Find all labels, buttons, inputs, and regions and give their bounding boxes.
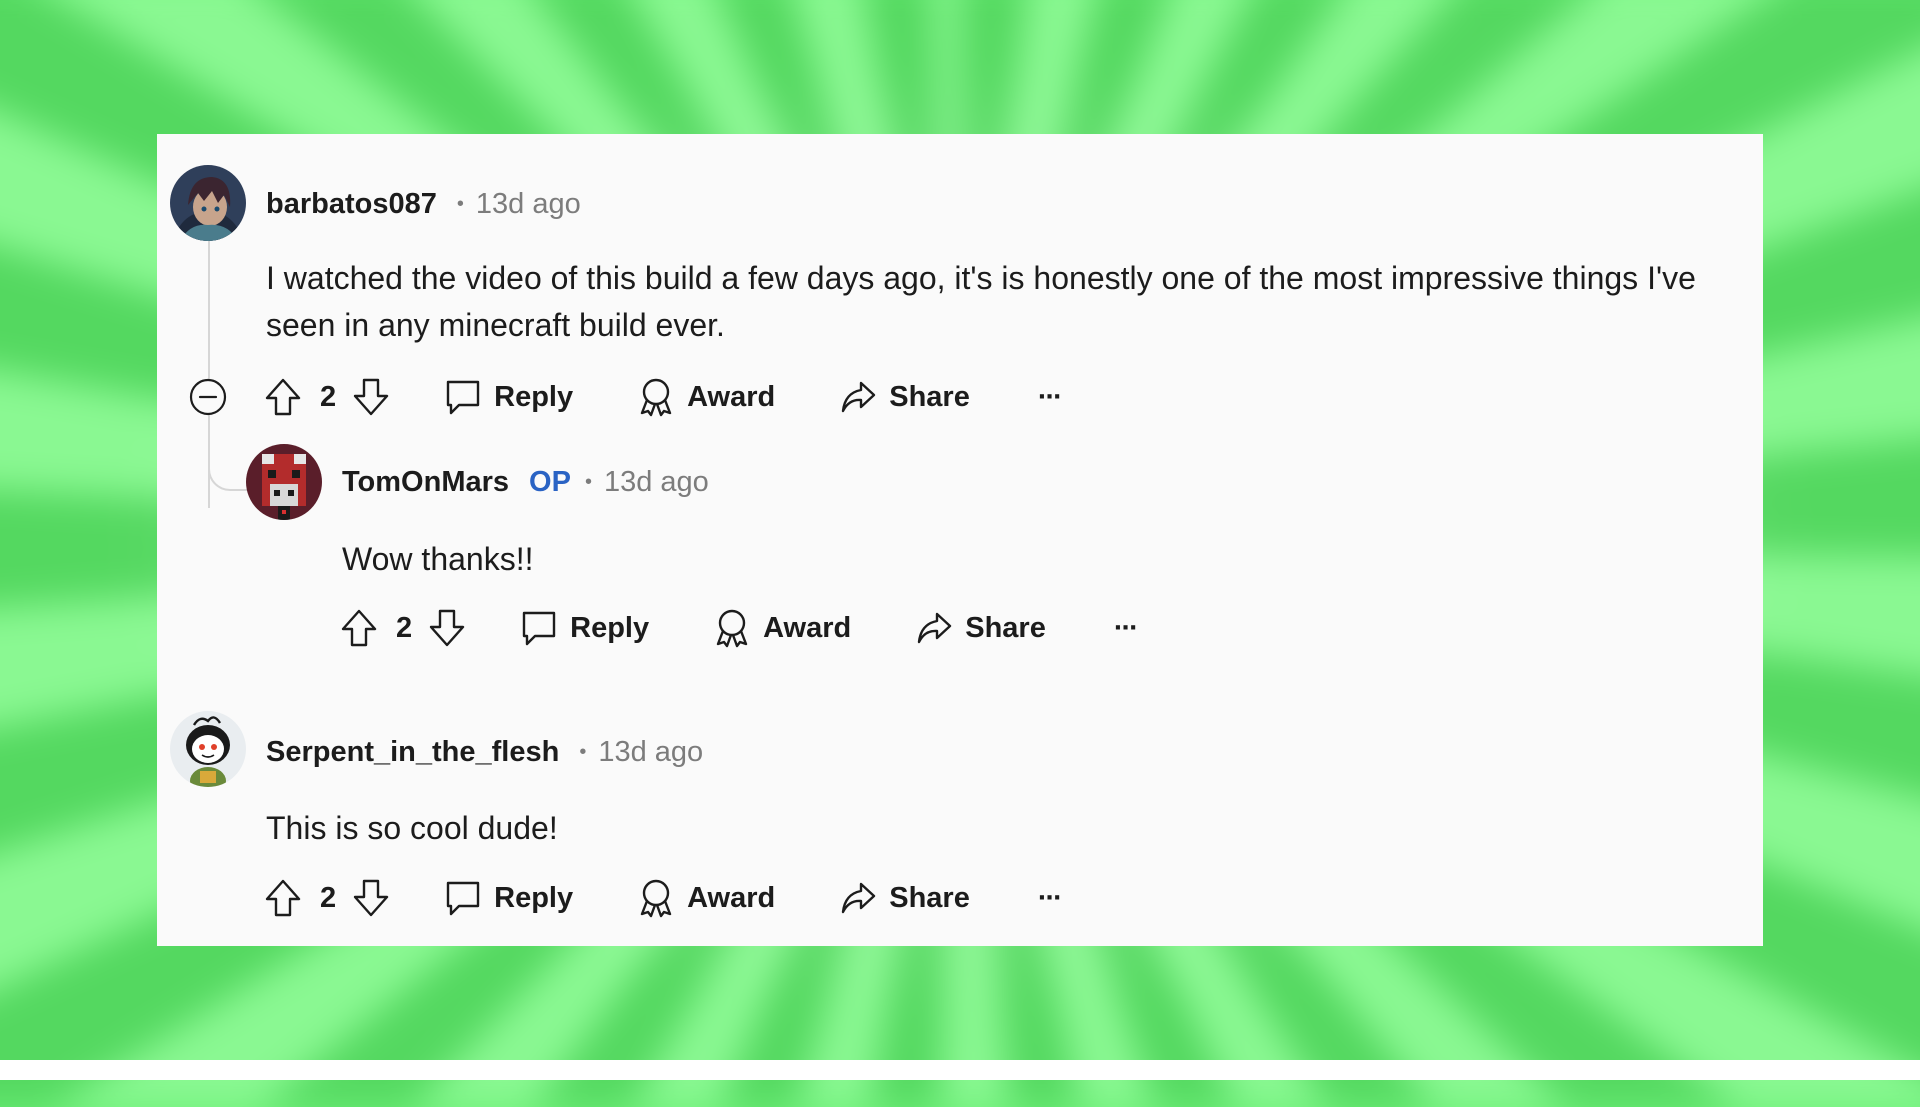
- reply-label: Reply: [570, 611, 650, 644]
- award-ribbon-icon: [640, 879, 672, 918]
- timestamp[interactable]: 13d ago: [598, 734, 703, 770]
- bottom-strip: [0, 1060, 1920, 1080]
- downvote-button[interactable]: [428, 608, 466, 648]
- more-options-button[interactable]: ···: [1113, 611, 1139, 645]
- collapse-minus-icon: [189, 378, 227, 416]
- share-label: Share: [889, 380, 970, 413]
- downvote-button[interactable]: [352, 878, 390, 918]
- award-label: Award: [687, 881, 776, 914]
- upvote-arrow-icon: [341, 609, 377, 647]
- collapse-thread-button[interactable]: [189, 378, 227, 416]
- timestamp[interactable]: 13d ago: [476, 186, 581, 222]
- downvote-arrow-icon: [429, 609, 465, 647]
- share-arrow-icon: [918, 612, 952, 644]
- share-label: Share: [889, 881, 970, 914]
- comment-body: This is so cool dude!: [266, 810, 558, 846]
- more-options-button[interactable]: ···: [1037, 380, 1063, 414]
- reply-button[interactable]: Reply: [444, 378, 573, 416]
- timestamp[interactable]: 13d ago: [604, 464, 709, 500]
- reply-label: Reply: [494, 380, 574, 413]
- upvote-button[interactable]: [340, 608, 378, 648]
- speech-bubble-icon: [446, 881, 480, 916]
- comment-actions: 2 Reply Award Share ···: [264, 874, 1063, 922]
- comment-header: TomOnMars OP • 13d ago: [342, 464, 709, 500]
- comment-body: Wow thanks!!: [342, 541, 534, 577]
- award-label: Award: [763, 611, 852, 644]
- award-button[interactable]: Award: [713, 608, 851, 648]
- avatar[interactable]: [170, 165, 246, 241]
- comment-thread-card: barbatos087 • 13d ago I watched the vide…: [157, 134, 1763, 946]
- award-button[interactable]: Award: [637, 377, 775, 417]
- avatar[interactable]: [246, 444, 322, 520]
- comment-actions: 2 Reply Award Share ···: [340, 604, 1139, 652]
- comment-header: barbatos087 • 13d ago: [266, 186, 581, 222]
- separator-dot: •: [579, 741, 587, 763]
- reply-button[interactable]: Reply: [444, 879, 573, 917]
- share-button[interactable]: Share: [839, 379, 970, 415]
- ellipsis-icon: ···: [1113, 611, 1139, 644]
- downvote-arrow-icon: [353, 879, 389, 917]
- award-button[interactable]: Award: [637, 878, 775, 918]
- share-button[interactable]: Share: [839, 880, 970, 916]
- username[interactable]: Serpent_in_the_flesh: [266, 734, 559, 770]
- username[interactable]: TomOnMars: [342, 464, 509, 500]
- anime-character-avatar-icon: [170, 165, 246, 241]
- thread-connector: [208, 461, 250, 491]
- minecraft-mooshroom-avatar-icon: [246, 444, 322, 520]
- reddit-snoo-avatar-icon: [170, 711, 246, 787]
- upvote-arrow-icon: [265, 378, 301, 416]
- award-ribbon-icon: [716, 609, 748, 648]
- op-badge: OP: [529, 466, 571, 498]
- speech-bubble-icon: [446, 380, 480, 415]
- reply-label: Reply: [494, 881, 574, 914]
- award-ribbon-icon: [640, 378, 672, 417]
- separator-dot: •: [456, 193, 464, 215]
- username[interactable]: barbatos087: [266, 186, 437, 222]
- vote-count: 2: [320, 881, 337, 914]
- avatar[interactable]: [170, 711, 246, 787]
- comment-actions: 2 Reply Award Share ···: [264, 373, 1063, 421]
- vote-count: 2: [320, 380, 337, 413]
- downvote-arrow-icon: [353, 378, 389, 416]
- share-label: Share: [965, 611, 1046, 644]
- downvote-button[interactable]: [352, 377, 390, 417]
- vote-count: 2: [396, 611, 413, 644]
- ellipsis-icon: ···: [1037, 881, 1063, 914]
- share-arrow-icon: [842, 381, 876, 413]
- reply-button[interactable]: Reply: [520, 609, 649, 647]
- award-label: Award: [687, 380, 776, 413]
- speech-bubble-icon: [522, 611, 556, 646]
- ellipsis-icon: ···: [1037, 380, 1063, 413]
- comment-body: I watched the video of this build a few …: [266, 260, 1696, 343]
- separator-dot: •: [584, 471, 592, 493]
- comment-header: Serpent_in_the_flesh • 13d ago: [266, 734, 703, 770]
- share-arrow-icon: [842, 882, 876, 914]
- upvote-arrow-icon: [265, 879, 301, 917]
- share-button[interactable]: Share: [915, 610, 1046, 646]
- more-options-button[interactable]: ···: [1037, 881, 1063, 915]
- upvote-button[interactable]: [264, 377, 302, 417]
- upvote-button[interactable]: [264, 878, 302, 918]
